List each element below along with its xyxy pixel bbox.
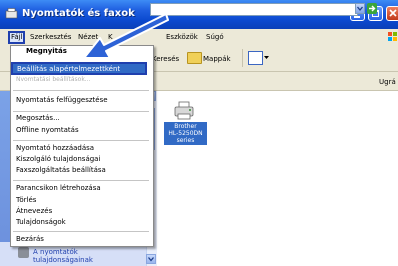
menu-view[interactable]: Nézet [78, 33, 98, 41]
address-field[interactable] [150, 3, 358, 16]
menu-item-open[interactable]: Megnyitás [26, 47, 67, 55]
search-button[interactable]: Keresés [152, 55, 179, 63]
task-link-line-1: A nyomtatók [33, 248, 78, 256]
scroll-down-button[interactable] [146, 254, 156, 264]
printer-name-line-1: Brother [174, 123, 197, 130]
go-button[interactable]: Ugrá [379, 78, 396, 86]
explorer-window: Nyomtatók és faxok Fájl Szerkesztés Néze… [0, 0, 398, 266]
menu-edit[interactable]: Szerkesztés [30, 33, 71, 41]
menu-item-properties[interactable]: Tulajdonságok [16, 218, 66, 226]
menu-favorites[interactable]: K [108, 33, 113, 41]
chevron-down-icon[interactable] [264, 56, 269, 60]
menu-item-pause-printing[interactable]: Nyomtatás felfüggesztése [16, 96, 108, 104]
folders-button[interactable]: Mappák [203, 55, 231, 63]
views-icon[interactable] [248, 51, 263, 65]
chevron-down-icon [148, 257, 154, 262]
chevron-down-icon [357, 6, 363, 12]
task-link-printer-properties[interactable]: A nyomtatók tulajdonságainak [33, 248, 93, 264]
task-link-line-2: tulajdonságainak [33, 256, 93, 264]
menu-item-server-properties[interactable]: Kiszolgáló tulajdonságai [16, 155, 100, 163]
window-title: Nyomtatók és faxok [22, 8, 135, 19]
menu-tools[interactable]: Eszközök [166, 33, 198, 41]
menu-separator [13, 231, 149, 232]
toolbar-separator [242, 49, 243, 67]
menu-item-printing-preferences[interactable]: Nyomtatási beállítások... [16, 76, 91, 81]
menu-item-sharing[interactable]: Megosztás... [16, 114, 60, 122]
menu-file[interactable]: Fájl [8, 31, 25, 44]
menu-item-rename[interactable]: Átnevezés [16, 207, 52, 215]
address-dropdown-button[interactable] [355, 3, 365, 14]
menu-item-close[interactable]: Bezárás [16, 235, 44, 243]
folders-icon[interactable] [187, 52, 202, 64]
close-button[interactable] [386, 6, 398, 21]
menu-separator [13, 140, 149, 141]
menu-item-set-default-label: Beállítás alapértelmezettként [17, 65, 121, 73]
printer-name-line-2: HL-5250DN [168, 130, 203, 137]
printer-item-brother[interactable]: Brother HL-5250DN series [164, 122, 207, 145]
windows-logo-icon [388, 32, 397, 41]
menu-item-create-shortcut[interactable]: Parancsikon létrehozása [16, 184, 101, 192]
menu-item-use-offline[interactable]: Offline nyomtatás [16, 126, 79, 134]
menu-item-fax-setup[interactable]: Faxszolgáltatás beállítása [16, 166, 106, 174]
printer-name-line-3: series [176, 137, 195, 144]
menu-separator [13, 90, 149, 91]
go-arrow-icon[interactable] [367, 3, 377, 14]
printer-folder-icon [5, 8, 18, 19]
menu-separator [13, 180, 149, 181]
menu-separator [13, 111, 149, 112]
menu-item-delete[interactable]: Törlés [16, 196, 36, 204]
printer-icon[interactable] [173, 101, 195, 121]
menu-item-add-printer[interactable]: Nyomtató hozzáadása [16, 144, 94, 152]
printer-properties-icon [18, 247, 29, 258]
menu-file-label: Fájl [11, 33, 23, 41]
menu-help[interactable]: Súgó [206, 33, 224, 41]
close-icon [389, 9, 397, 17]
